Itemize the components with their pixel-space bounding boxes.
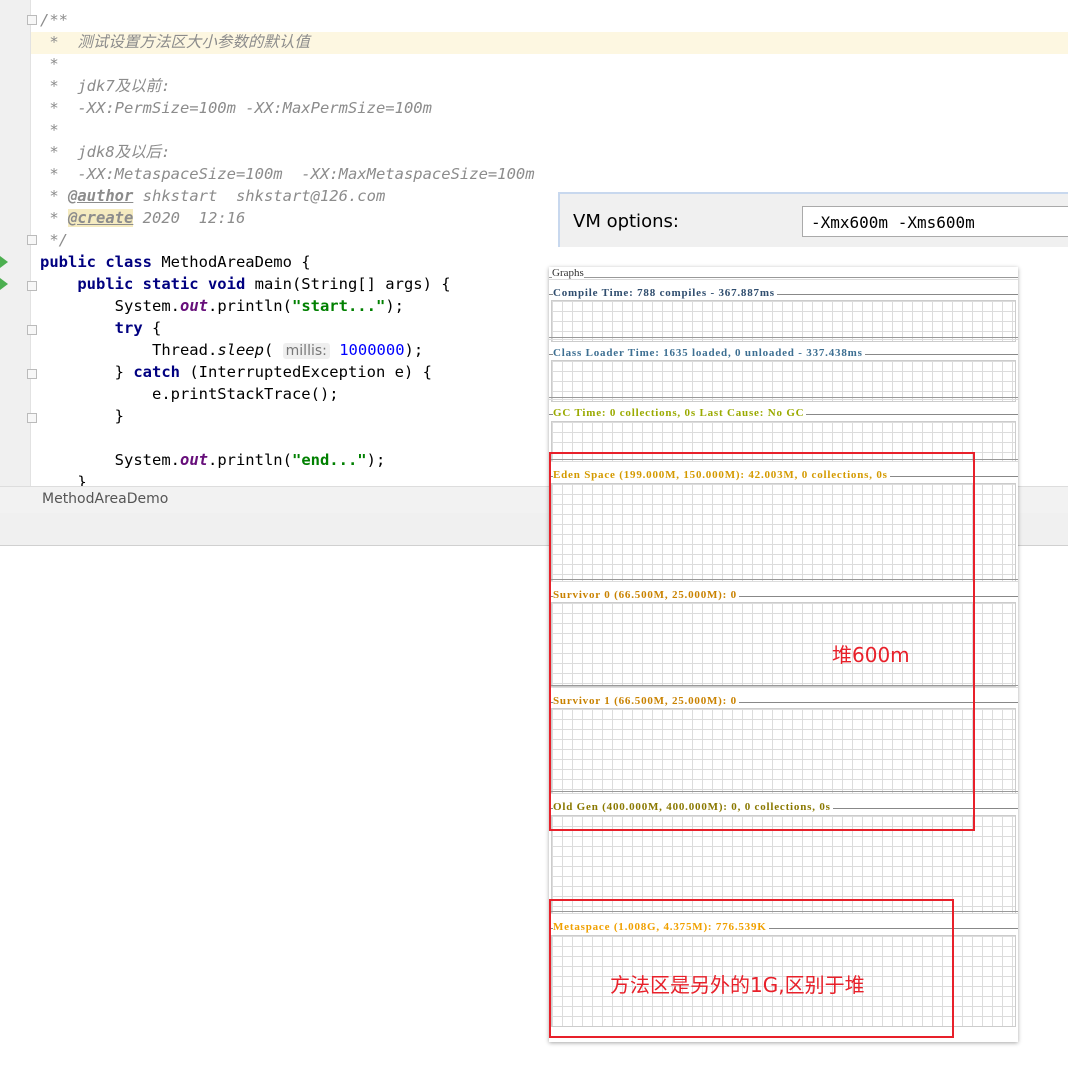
fold-icon[interactable] <box>27 15 37 25</box>
code-token: * 测试设置方法区大小参数的默认值 <box>40 33 310 51</box>
code-token: out <box>179 451 208 469</box>
code-token: "end..." <box>291 451 367 469</box>
code-editor[interactable]: /** * 测试设置方法区大小参数的默认值 * * jdk7及以前: * -XX… <box>40 9 535 493</box>
code-token: } <box>40 363 134 381</box>
code-token: * jdk8及以后: <box>40 143 171 161</box>
code-token: ); <box>385 297 404 315</box>
code-token: ); <box>404 341 424 359</box>
fold-icon[interactable] <box>27 325 37 335</box>
code-token: "start..." <box>291 297 386 315</box>
code-token: * -XX:PermSize=100m -XX:MaxPermSize=100m <box>40 99 432 117</box>
code-token: shkstart shkstart@126.com <box>133 187 386 205</box>
code-token: * <box>40 55 59 73</box>
code-line: * <box>40 119 535 141</box>
code-token: * <box>40 121 59 139</box>
code-line: System.out.println("end..."); <box>40 449 535 471</box>
vm-options-input[interactable]: -Xmx600m -Xms600m <box>802 206 1068 237</box>
code-token: */ <box>40 231 68 249</box>
code-token: public static void <box>77 275 246 293</box>
code-token: .println( <box>207 297 292 315</box>
code-line: } <box>40 405 535 427</box>
code-token: /** <box>40 11 68 29</box>
code-line: System.out.println("start..."); <box>40 295 535 317</box>
code-line: * @author shkstart shkstart@126.com <box>40 185 535 207</box>
code-token: * <box>40 209 68 227</box>
graph-section-title: Class Loader Time: 1635 loaded, 0 unload… <box>553 347 865 359</box>
vm-options-label: VM options: <box>573 211 679 232</box>
code-token: ( <box>263 341 283 359</box>
code-line: * -XX:MetaspaceSize=100m -XX:MaxMetaspac… <box>40 163 535 185</box>
code-token: out <box>179 297 208 315</box>
code-token: @author <box>68 187 134 205</box>
breadcrumb-class[interactable]: MethodAreaDemo <box>42 491 168 507</box>
graph-section-title: GC Time: 0 collections, 0s Last Cause: N… <box>553 407 807 419</box>
graph-grid <box>551 300 1016 342</box>
code-line: * -XX:PermSize=100m -XX:MaxPermSize=100m <box>40 97 535 119</box>
run-class-icon[interactable] <box>0 256 8 268</box>
code-token: public class <box>40 253 152 271</box>
code-token: @create <box>68 209 134 227</box>
code-token: (InterruptedException e) { <box>180 363 432 381</box>
fold-icon[interactable] <box>27 413 37 423</box>
code-token: sleep <box>217 341 264 359</box>
code-line: * jdk8及以后: <box>40 141 535 163</box>
code-token: * jdk7及以前: <box>40 77 171 95</box>
code-token: catch <box>133 363 180 381</box>
code-line: e.printStackTrace(); <box>40 383 535 405</box>
code-line: * <box>40 53 535 75</box>
code-line: */ <box>40 229 535 251</box>
code-token: MethodAreaDemo { <box>151 253 311 271</box>
code-token: { <box>142 319 162 337</box>
code-token: 2020 12:16 <box>133 209 246 227</box>
code-token: .println( <box>207 451 292 469</box>
code-line: } catch (InterruptedException e) { <box>40 361 535 383</box>
code-token: System. <box>40 451 180 469</box>
code-line: Thread.sleep( millis: 1000000); <box>40 339 535 361</box>
code-line: try { <box>40 317 535 339</box>
vm-options-panel: VM options: -Xmx600m -Xms600m <box>558 192 1068 247</box>
graph-grid <box>551 360 1016 402</box>
code-token: System. <box>40 297 180 315</box>
code-token: * -XX:MetaspaceSize=100m -XX:MaxMetaspac… <box>40 165 535 183</box>
graph-section-title: Compile Time: 788 compiles - 367.887ms <box>553 287 777 299</box>
heap-annotation: 堆600m <box>832 643 910 667</box>
code-token: } <box>40 407 124 425</box>
code-line: /** <box>40 9 535 31</box>
code-token: * <box>40 187 68 205</box>
run-main-icon[interactable] <box>0 278 8 290</box>
code-token: try <box>114 319 143 337</box>
code-token: e.printStackTrace(); <box>40 385 339 403</box>
code-line: * jdk7及以前: <box>40 75 535 97</box>
code-token: main(String[] args) { <box>245 275 451 293</box>
graphs-title: Graphs <box>552 267 584 279</box>
code-line: * 测试设置方法区大小参数的默认值 <box>40 31 535 53</box>
parameter-hint: millis: <box>282 343 330 359</box>
section-divider <box>549 397 1018 400</box>
fold-icon[interactable] <box>27 235 37 245</box>
fold-icon[interactable] <box>27 369 37 379</box>
code-line: * @create 2020 12:16 <box>40 207 535 229</box>
section-divider <box>549 277 1018 280</box>
code-token: Thread. <box>40 341 218 359</box>
code-token: 1000000 <box>339 341 405 359</box>
heap-highlight-box <box>549 452 975 831</box>
code-token: ); <box>366 451 386 469</box>
section-divider <box>549 337 1018 340</box>
code-line: public class MethodAreaDemo { <box>40 251 535 273</box>
fold-icon[interactable] <box>27 281 37 291</box>
method-area-annotation: 方法区是另外的1G,区别于堆 <box>610 973 865 997</box>
code-line: public static void main(String[] args) { <box>40 273 535 295</box>
